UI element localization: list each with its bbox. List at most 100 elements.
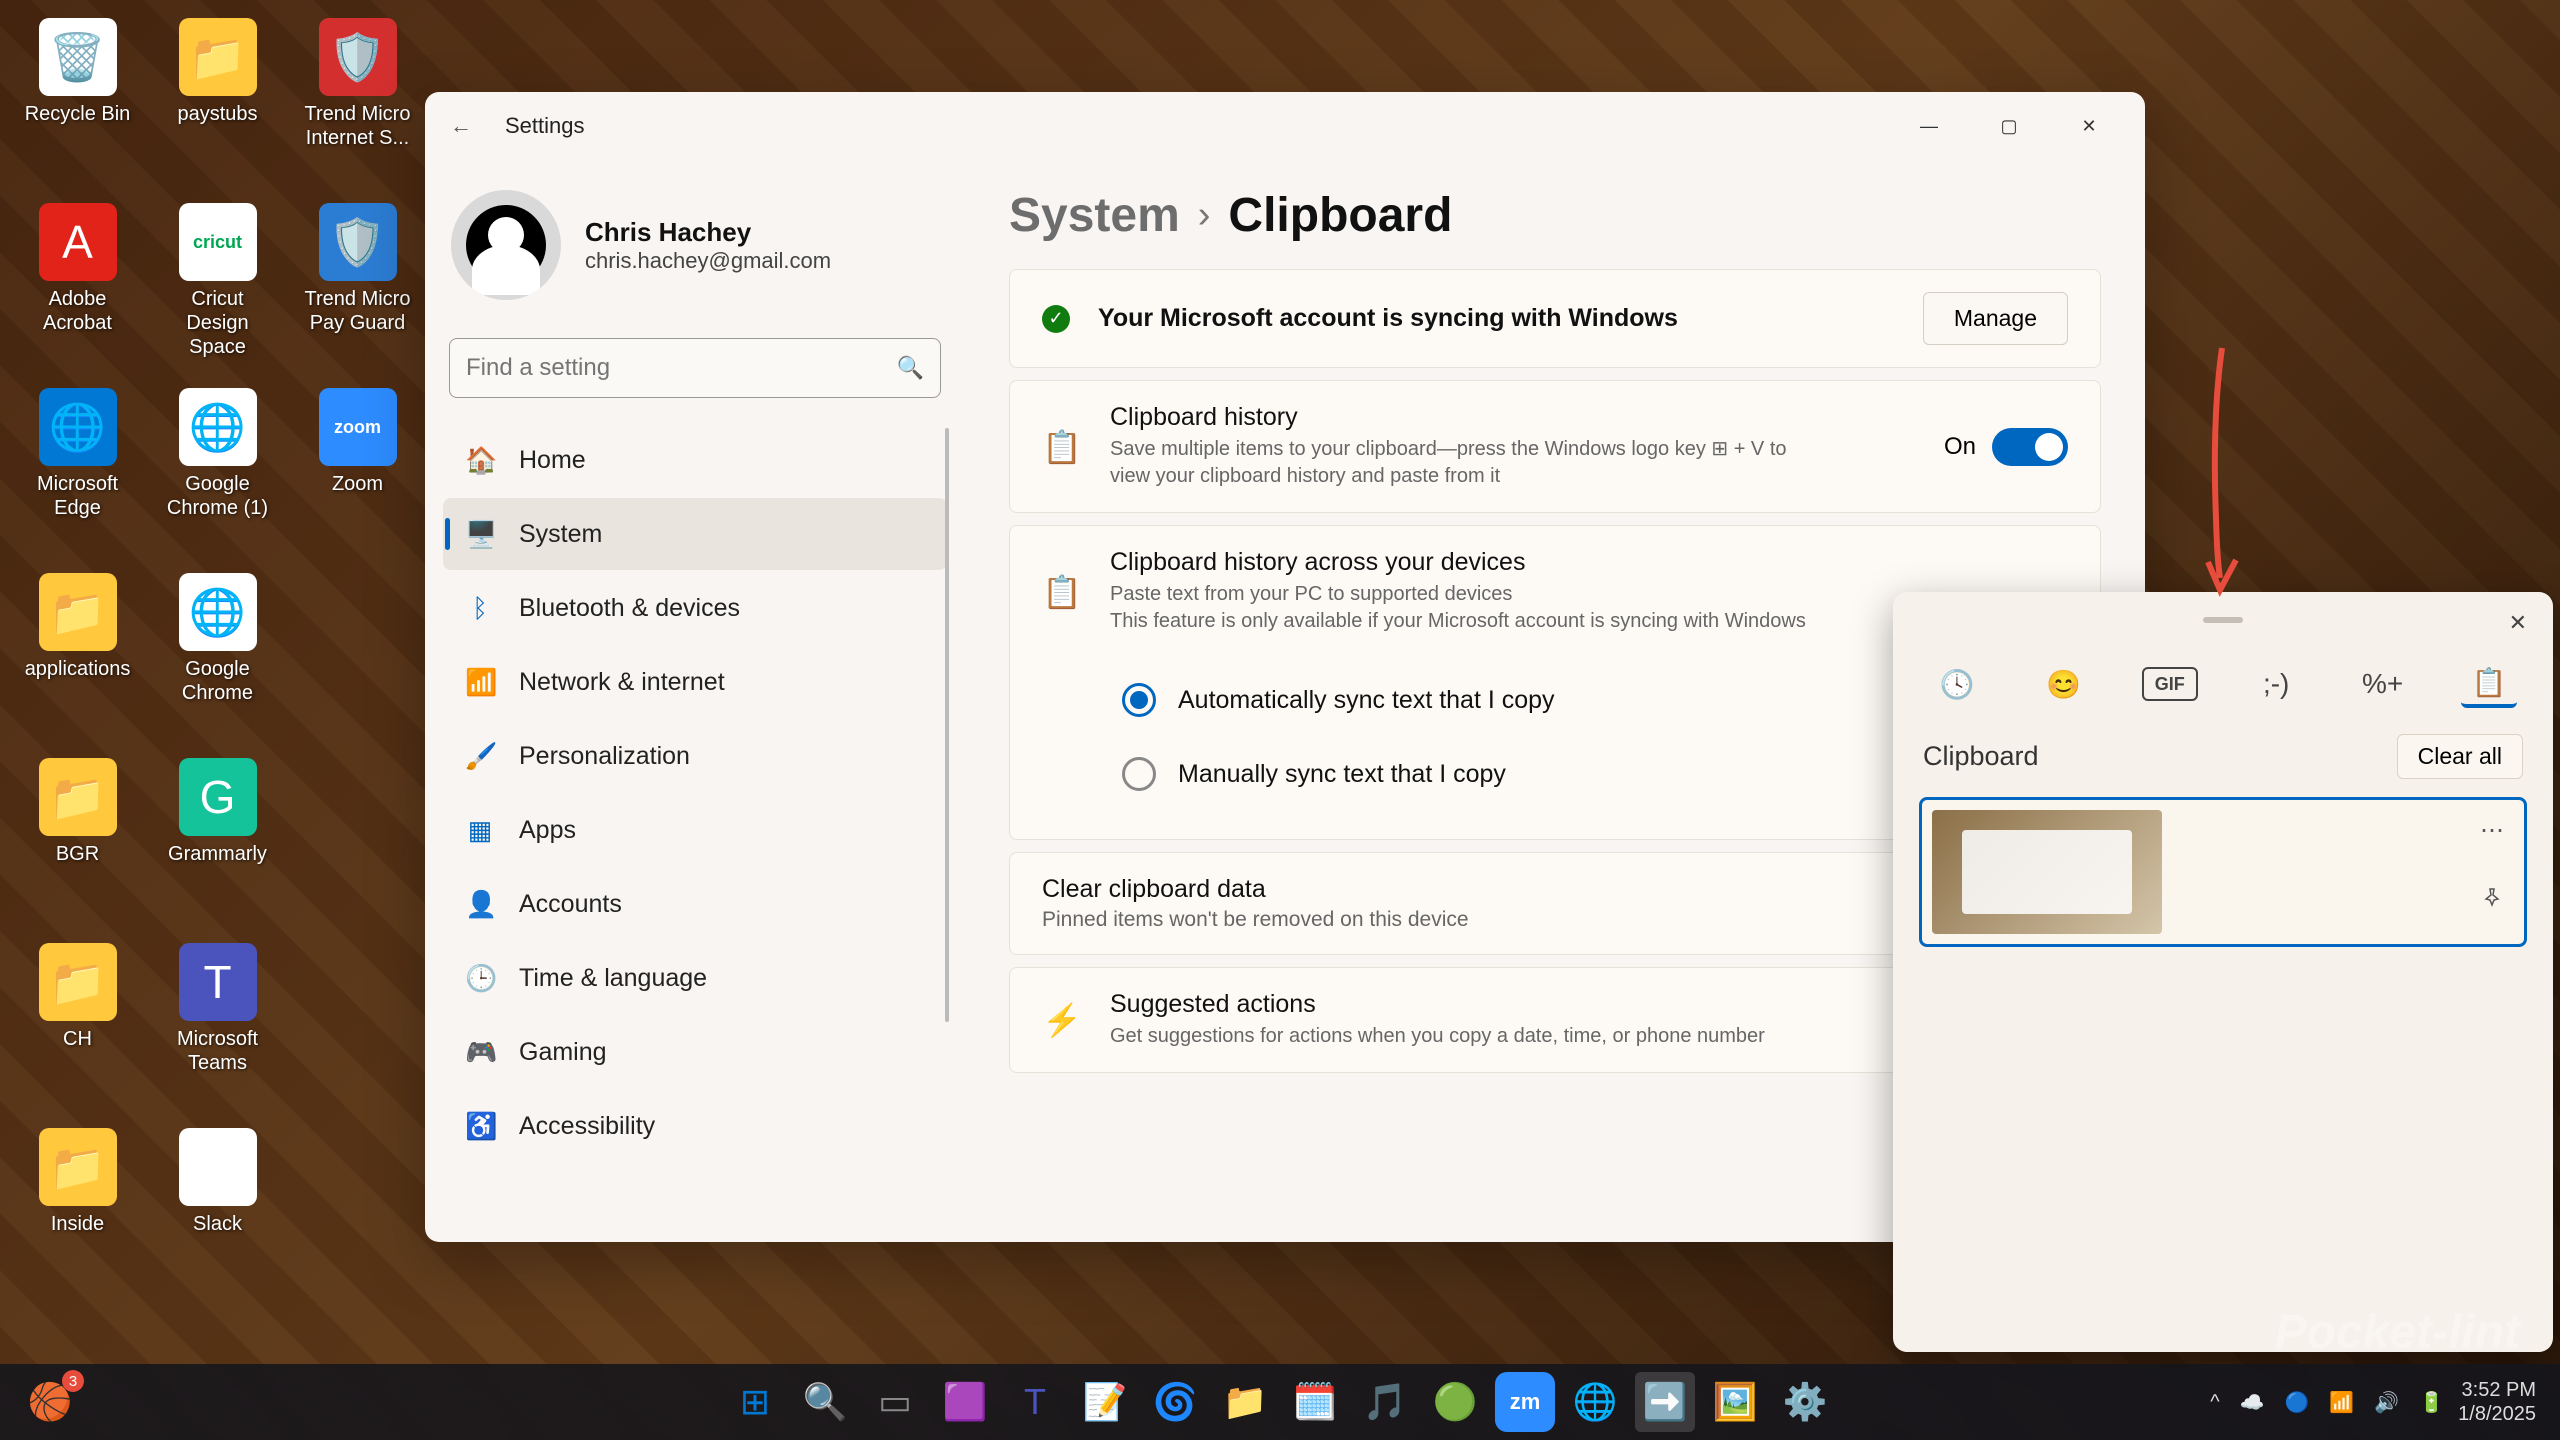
manage-button[interactable]: Manage: [1923, 292, 2068, 345]
desktop-icon[interactable]: 📁applications: [10, 565, 145, 745]
close-button[interactable]: ✕: [2049, 101, 2129, 151]
back-button[interactable]: ←: [441, 113, 481, 139]
app-icon: ✱: [179, 1128, 257, 1206]
clipboard-item[interactable]: ⋯: [1919, 797, 2527, 947]
taskbar-app[interactable]: 🗓️: [1285, 1372, 1345, 1432]
desktop-icon[interactable]: 🌐Google Chrome: [150, 565, 285, 745]
desktop-icon-label: applications: [25, 657, 131, 681]
tray-icon[interactable]: 📶: [2329, 1390, 2354, 1415]
taskbar-widget[interactable]: 🏀3: [20, 1372, 80, 1432]
desktop-icon[interactable]: 🛡️Trend Micro Pay Guard: [290, 195, 425, 375]
sidebar-item-accessibility[interactable]: ♿Accessibility: [443, 1090, 947, 1162]
profile-section[interactable]: Chris Hachey chris.hachey@gmail.com: [443, 172, 947, 330]
sidebar-item-gaming[interactable]: 🎮Gaming: [443, 1016, 947, 1088]
desktop-icon[interactable]: 🌐Microsoft Edge: [10, 380, 145, 560]
across-title: Clipboard history across your devices: [1110, 548, 2068, 577]
taskbar-app[interactable]: ➡️: [1635, 1372, 1695, 1432]
taskbar-app[interactable]: 🔍: [795, 1372, 855, 1432]
tray-icon[interactable]: 🔊: [2374, 1390, 2399, 1415]
history-desc: Save multiple items to your clipboard—pr…: [1110, 436, 1830, 490]
tray-icon[interactable]: ☁️: [2240, 1390, 2265, 1415]
desktop-icon[interactable]: 🛡️Trend Micro Internet S...: [290, 10, 425, 190]
clear-all-button[interactable]: Clear all: [2397, 734, 2523, 779]
desktop-icon[interactable]: 🗑️Recycle Bin: [10, 10, 145, 190]
check-icon: ✓: [1042, 305, 1070, 333]
pin-icon[interactable]: [2480, 885, 2504, 916]
clipboard-sync-icon: 📋: [1042, 573, 1082, 611]
system-tray[interactable]: ^ ☁️ 🔵 📶 🔊 🔋: [2210, 1390, 2444, 1415]
app-icon: A: [39, 203, 117, 281]
radio-manual-label: Manually sync text that I copy: [1178, 760, 1506, 789]
sidebar-item-time-language[interactable]: 🕒Time & language: [443, 942, 947, 1014]
desktop-icon[interactable]: 📁paystubs: [150, 10, 285, 190]
sidebar-item-bluetooth-devices[interactable]: ᛒBluetooth & devices: [443, 572, 947, 644]
toggle-label: On: [1944, 433, 1976, 461]
tray-icon[interactable]: ^: [2210, 1391, 2219, 1414]
desktop-icon[interactable]: cricutCricut Design Space: [150, 195, 285, 375]
sidebar-item-accounts[interactable]: 👤Accounts: [443, 868, 947, 940]
settings-window: ← Settings — ▢ ✕ Chris Hachey chris.hach…: [425, 92, 2145, 1242]
taskbar-app[interactable]: 🟢: [1425, 1372, 1485, 1432]
nav-icon: 👤: [465, 889, 495, 920]
taskbar-app[interactable]: 📝: [1075, 1372, 1135, 1432]
minimize-button[interactable]: —: [1889, 101, 1969, 151]
profile-text: Chris Hachey chris.hachey@gmail.com: [585, 217, 831, 274]
taskbar-app[interactable]: 🟪: [935, 1372, 995, 1432]
profile-name: Chris Hachey: [585, 217, 831, 248]
desktop-icon[interactable]: 📁Inside: [10, 1120, 145, 1300]
drag-handle[interactable]: [2203, 617, 2243, 623]
history-title: Clipboard history: [1110, 403, 1916, 432]
sidebar-item-home[interactable]: 🏠Home: [443, 424, 947, 496]
taskbar-app[interactable]: ⊞: [725, 1372, 785, 1432]
lightning-icon: ⚡: [1042, 1001, 1082, 1039]
taskbar-app[interactable]: 🌐: [1565, 1372, 1625, 1432]
popup-tab[interactable]: 🕓: [1929, 660, 1985, 708]
desktop-icon[interactable]: ✱ Slack: [150, 1120, 285, 1300]
breadcrumb-current: Clipboard: [1228, 188, 1452, 243]
app-icon: 📁: [39, 943, 117, 1021]
desktop-icon[interactable]: GGrammarly: [150, 750, 285, 930]
tray-icon[interactable]: 🔋: [2419, 1390, 2444, 1415]
popup-close-button[interactable]: ✕: [2499, 604, 2537, 642]
desktop-icon[interactable]: TMicrosoft Teams: [150, 935, 285, 1115]
desktop-icon-label: Inside: [51, 1212, 104, 1236]
search-box[interactable]: 🔍: [449, 338, 941, 398]
suggested-desc: Get suggestions for actions when you cop…: [1110, 1023, 1830, 1050]
popup-tab[interactable]: 📋: [2461, 660, 2517, 708]
sidebar-item-network-internet[interactable]: 📶Network & internet: [443, 646, 947, 718]
desktop-icon[interactable]: zoomZoom: [290, 380, 425, 560]
history-toggle[interactable]: [1992, 428, 2068, 466]
taskbar-app[interactable]: zm: [1495, 1372, 1555, 1432]
sidebar-item-system[interactable]: 🖥️System: [443, 498, 947, 570]
avatar: [451, 190, 561, 300]
taskbar-app[interactable]: 🎵: [1355, 1372, 1415, 1432]
desktop-icon[interactable]: AAdobe Acrobat: [10, 195, 145, 375]
desktop-icon[interactable]: 🌐Google Chrome (1): [150, 380, 285, 560]
desktop-icon-label: Slack: [193, 1212, 242, 1236]
sidebar-item-apps[interactable]: ▦Apps: [443, 794, 947, 866]
desktop-icon[interactable]: 📁BGR: [10, 750, 145, 930]
tray-icon[interactable]: 🔵: [2285, 1390, 2310, 1415]
desktop-icon-label: CH: [63, 1027, 92, 1051]
taskbar-right: ^ ☁️ 🔵 📶 🔊 🔋 3:52 PM 1/8/2025: [2210, 1378, 2560, 1426]
popup-tab[interactable]: 😊: [2035, 660, 2091, 708]
taskbar-app[interactable]: 🖼️: [1705, 1372, 1765, 1432]
popup-tab[interactable]: ;-): [2248, 660, 2304, 708]
nav-label: System: [519, 520, 602, 549]
taskbar-app[interactable]: 📁: [1215, 1372, 1275, 1432]
breadcrumb-parent[interactable]: System: [1009, 188, 1180, 243]
popup-tab[interactable]: GIF: [2142, 667, 2198, 701]
sidebar-item-personalization[interactable]: 🖌️Personalization: [443, 720, 947, 792]
search-input[interactable]: [466, 354, 897, 382]
maximize-button[interactable]: ▢: [1969, 101, 2049, 151]
taskbar-clock[interactable]: 3:52 PM 1/8/2025: [2458, 1378, 2536, 1426]
desktop-icon[interactable]: 📁 CH: [10, 935, 145, 1115]
popup-tab[interactable]: %+: [2355, 660, 2411, 708]
taskbar-app[interactable]: ⚙️: [1775, 1372, 1835, 1432]
taskbar-app[interactable]: 🌀: [1145, 1372, 1205, 1432]
clock-time: 3:52 PM: [2458, 1378, 2536, 1402]
more-icon[interactable]: ⋯: [2480, 816, 2504, 845]
taskbar-app[interactable]: T: [1005, 1372, 1065, 1432]
desktop-icon-label: Microsoft Edge: [18, 472, 137, 520]
taskbar-app[interactable]: ▭: [865, 1372, 925, 1432]
